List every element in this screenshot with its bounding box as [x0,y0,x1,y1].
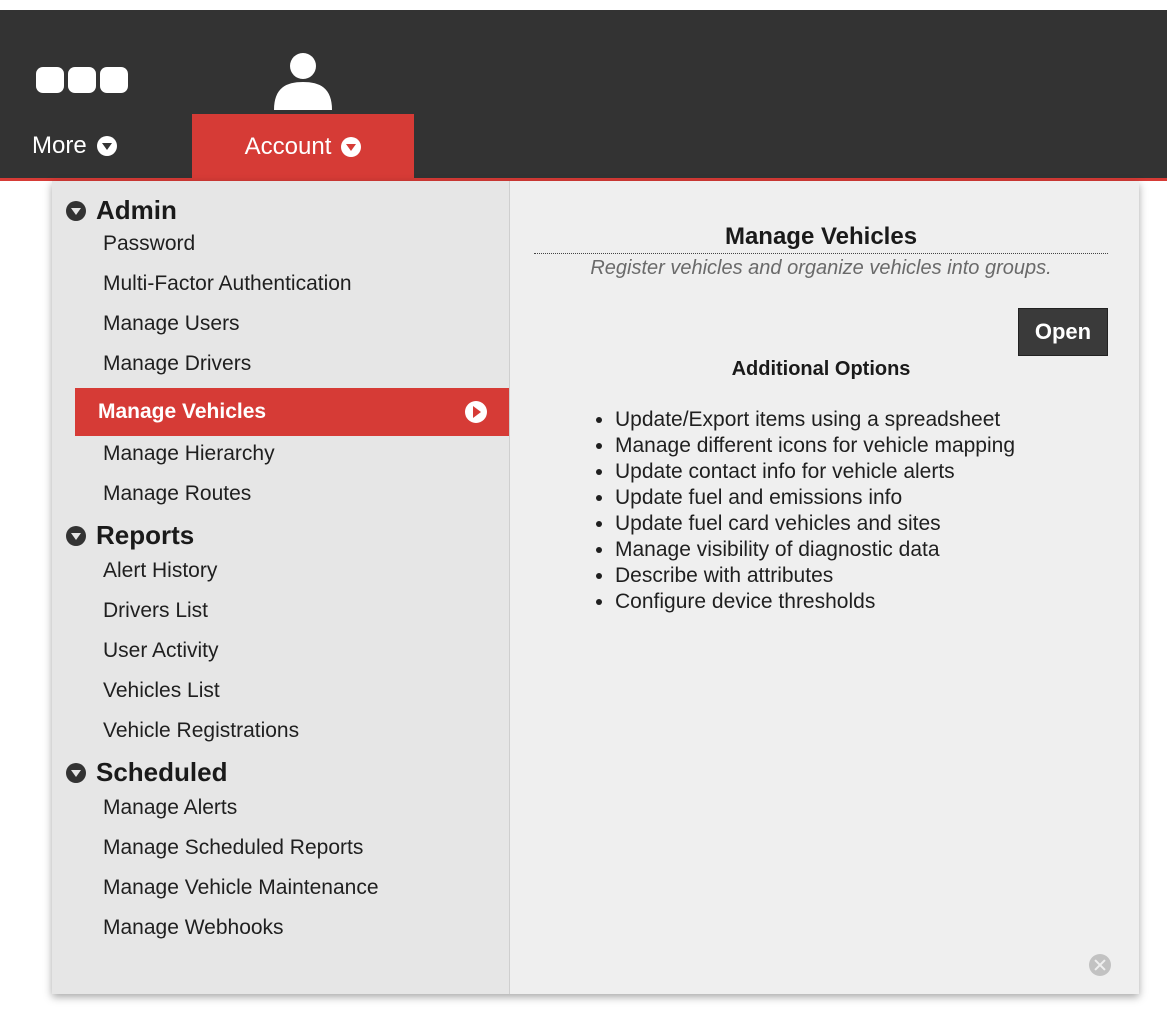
detail-title: Manage Vehicles [534,223,1108,254]
section-header-reports[interactable]: Reports [66,520,194,551]
tab-account-label: Account [244,133,332,160]
list-item: Update fuel card vehicles and sites [615,511,1015,537]
chevron-right-circle-icon [465,401,487,423]
list-item: Update/Export items using a spreadsheet [615,407,1015,433]
detail-pane: Manage Vehicles Register vehicles and or… [510,181,1139,994]
list-item: Update contact info for vehicle alerts [615,459,1015,485]
menu-item-manage-vehicles[interactable]: Manage Vehicles [75,388,509,436]
three-dots-apps-icon[interactable] [36,67,128,93]
chevron-down-circle-icon [96,136,117,156]
menu-item-multi-factor-authentication[interactable]: Multi-Factor Authentication [103,272,352,296]
additional-options-list: Update/Export items using a spreadsheet … [587,407,1015,615]
menu-item-vehicles-list[interactable]: Vehicles List [103,679,220,703]
section-header-scheduled[interactable]: Scheduled [66,757,227,788]
list-item: Update fuel and emissions info [615,485,1015,511]
section-title: Admin [96,195,177,225]
detail-subtitle: Register vehicles and organize vehicles … [590,257,1052,279]
section-header-admin[interactable]: Admin [66,195,177,226]
close-icon[interactable] [1089,954,1111,976]
menu-item-manage-routes[interactable]: Manage Routes [103,482,251,506]
tab-account[interactable]: Account [192,114,414,180]
menu-item-password[interactable]: Password [103,232,195,256]
menu-item-drivers-list[interactable]: Drivers List [103,599,208,623]
menu-item-manage-hierarchy[interactable]: Manage Hierarchy [103,442,275,466]
user-silhouette-icon[interactable] [272,50,334,110]
menu-item-manage-webhooks[interactable]: Manage Webhooks [103,916,284,940]
list-item: Describe with attributes [615,563,1015,589]
tab-more-label: More [32,132,87,159]
open-button[interactable]: Open [1018,308,1108,356]
chevron-down-circle-icon [66,762,86,783]
menu-item-user-activity[interactable]: User Activity [103,639,219,663]
account-dropdown-panel: Admin Password Multi-Factor Authenticati… [52,181,1139,994]
list-item: Configure device thresholds [615,589,1015,615]
menu-item-manage-alerts[interactable]: Manage Alerts [103,796,237,820]
chevron-down-circle-icon [66,525,86,546]
menu-item-manage-drivers[interactable]: Manage Drivers [103,352,251,376]
menu-item-label: Manage Vehicles [98,400,267,423]
list-item: Manage different icons for vehicle mappi… [615,433,1015,459]
section-title: Scheduled [96,757,228,787]
chevron-down-circle-icon [66,200,86,221]
additional-options-heading: Additional Options [731,358,911,380]
account-menu-list: Admin Password Multi-Factor Authenticati… [52,181,510,994]
tab-more[interactable]: More [18,114,190,178]
section-title: Reports [96,520,195,550]
chevron-down-circle-icon [341,137,362,157]
menu-item-alert-history[interactable]: Alert History [103,559,217,583]
menu-item-vehicle-registrations[interactable]: Vehicle Registrations [103,719,299,743]
list-item: Manage visibility of diagnostic data [615,537,1015,563]
menu-item-manage-vehicle-maintenance[interactable]: Manage Vehicle Maintenance [103,876,379,900]
menu-item-manage-users[interactable]: Manage Users [103,312,240,336]
menu-item-manage-scheduled-reports[interactable]: Manage Scheduled Reports [103,836,363,860]
